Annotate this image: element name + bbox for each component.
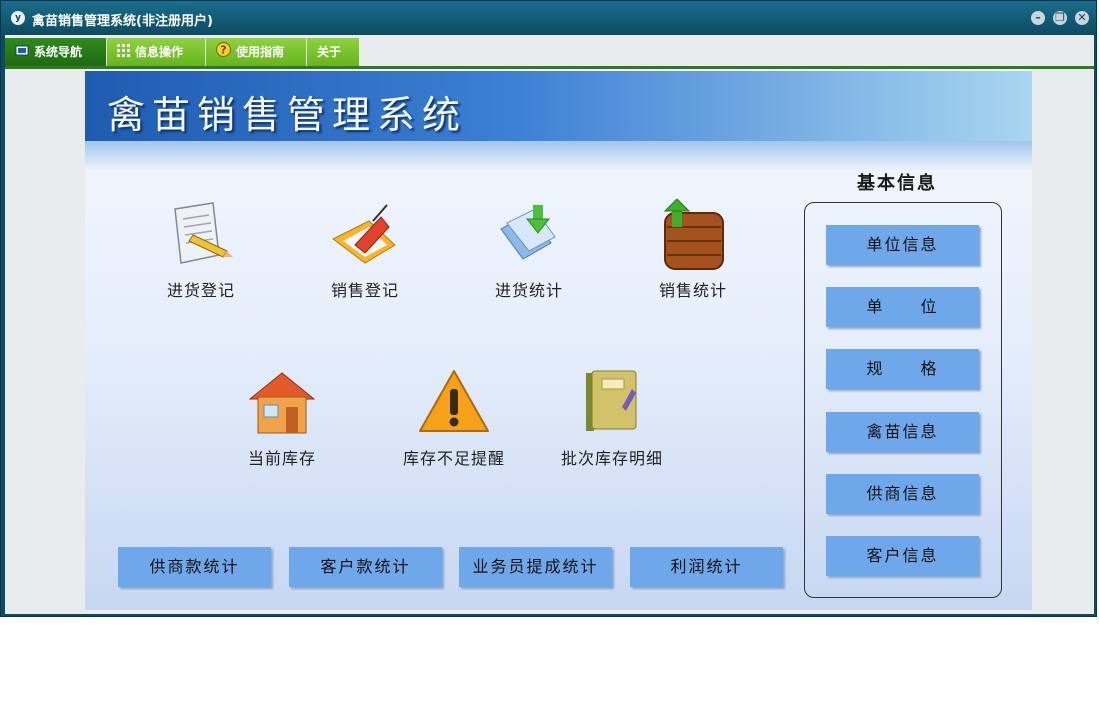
func-purchase-statistics[interactable]: 进货统计 xyxy=(459,199,599,301)
basic-info-box: 单位信息 单 位 规 格 禽苗信息 供商信息 客户信息 xyxy=(804,202,1002,598)
banner: 禽苗销售管理系统 xyxy=(85,71,1032,141)
menu-about[interactable]: 关于 xyxy=(307,38,359,66)
func-purchase-register[interactable]: 进货登记 xyxy=(131,199,271,301)
crate-upload-icon xyxy=(653,198,733,271)
content-area: 禽苗销售管理系统 进货登记 销售登记 进货统计 销售统计 当前库存 库存不足提醒… xyxy=(5,69,1094,614)
restore-icon[interactable]: ❐ xyxy=(1053,11,1067,25)
func-batch-stock-detail[interactable]: 批次库存明细 xyxy=(542,367,682,469)
main-panel: 禽苗销售管理系统 进货登记 销售登记 进货统计 销售统计 当前库存 库存不足提醒… xyxy=(85,69,1032,610)
grid-icon xyxy=(117,39,130,67)
func-label: 进货登记 xyxy=(166,281,235,300)
func-label: 销售统计 xyxy=(658,281,727,300)
specification-button[interactable]: 规 格 xyxy=(826,349,979,389)
func-label: 库存不足提醒 xyxy=(402,449,505,468)
menu-system-navigation[interactable]: 系统导航 xyxy=(5,38,106,66)
basic-info-title: 基本信息 xyxy=(857,173,937,194)
menu-user-guide[interactable]: ? 使用指南 xyxy=(206,38,306,66)
menu-label: 信息操作 xyxy=(135,45,184,59)
supplier-info-button[interactable]: 供商信息 xyxy=(826,474,979,514)
unit-info-button[interactable]: 单位信息 xyxy=(826,225,979,265)
func-sales-statistics[interactable]: 销售统计 xyxy=(623,198,763,301)
profit-stats-button[interactable]: 利润统计 xyxy=(630,547,783,587)
warning-icon xyxy=(414,367,494,439)
unit-button[interactable]: 单 位 xyxy=(826,287,979,327)
customer-info-button[interactable]: 客户信息 xyxy=(826,536,979,576)
func-label: 当前库存 xyxy=(247,449,316,468)
salesperson-commission-stats-button[interactable]: 业务员提成统计 xyxy=(459,547,612,587)
func-current-stock[interactable]: 当前库存 xyxy=(212,367,352,469)
title-bar[interactable]: y 禽苗销售管理系统(非注册用户) – ❐ ✕ xyxy=(1,1,1096,35)
menu-label: 系统导航 xyxy=(34,45,83,59)
supplier-payment-stats-button[interactable]: 供商款统计 xyxy=(118,547,271,587)
folder-pen-icon xyxy=(325,199,405,271)
func-low-stock-alert[interactable]: 库存不足提醒 xyxy=(384,367,524,469)
window-title: 禽苗销售管理系统(非注册用户) xyxy=(32,14,213,29)
close-icon[interactable]: ✕ xyxy=(1075,11,1089,25)
help-icon: ? xyxy=(216,39,231,67)
app-icon: y xyxy=(11,11,25,25)
files-download-icon xyxy=(489,199,569,271)
func-label: 销售登记 xyxy=(330,281,399,300)
func-sales-register[interactable]: 销售登记 xyxy=(295,199,435,301)
house-icon xyxy=(242,367,322,439)
menu-label: 使用指南 xyxy=(236,45,285,59)
menu-info-operation[interactable]: 信息操作 xyxy=(107,38,205,66)
svg-text:?: ? xyxy=(220,43,226,56)
menu-label: 关于 xyxy=(317,45,342,59)
minimize-icon[interactable]: – xyxy=(1031,11,1045,25)
main-window: y 禽苗销售管理系统(非注册用户) – ❐ ✕ 系统导航 信息操作 ? 使用指南… xyxy=(0,0,1097,617)
poultry-info-button[interactable]: 禽苗信息 xyxy=(826,412,979,452)
customer-payment-stats-button[interactable]: 客户款统计 xyxy=(289,547,442,587)
banner-title: 禽苗销售管理系统 xyxy=(107,93,468,137)
banner-glow xyxy=(85,141,1032,171)
notebook-icon xyxy=(572,367,652,439)
func-label: 批次库存明细 xyxy=(560,449,663,468)
func-label: 进货统计 xyxy=(494,281,563,300)
document-pencil-icon xyxy=(161,199,241,271)
menu-bar: 系统导航 信息操作 ? 使用指南 关于 xyxy=(5,35,1094,69)
monitor-icon xyxy=(15,39,29,67)
